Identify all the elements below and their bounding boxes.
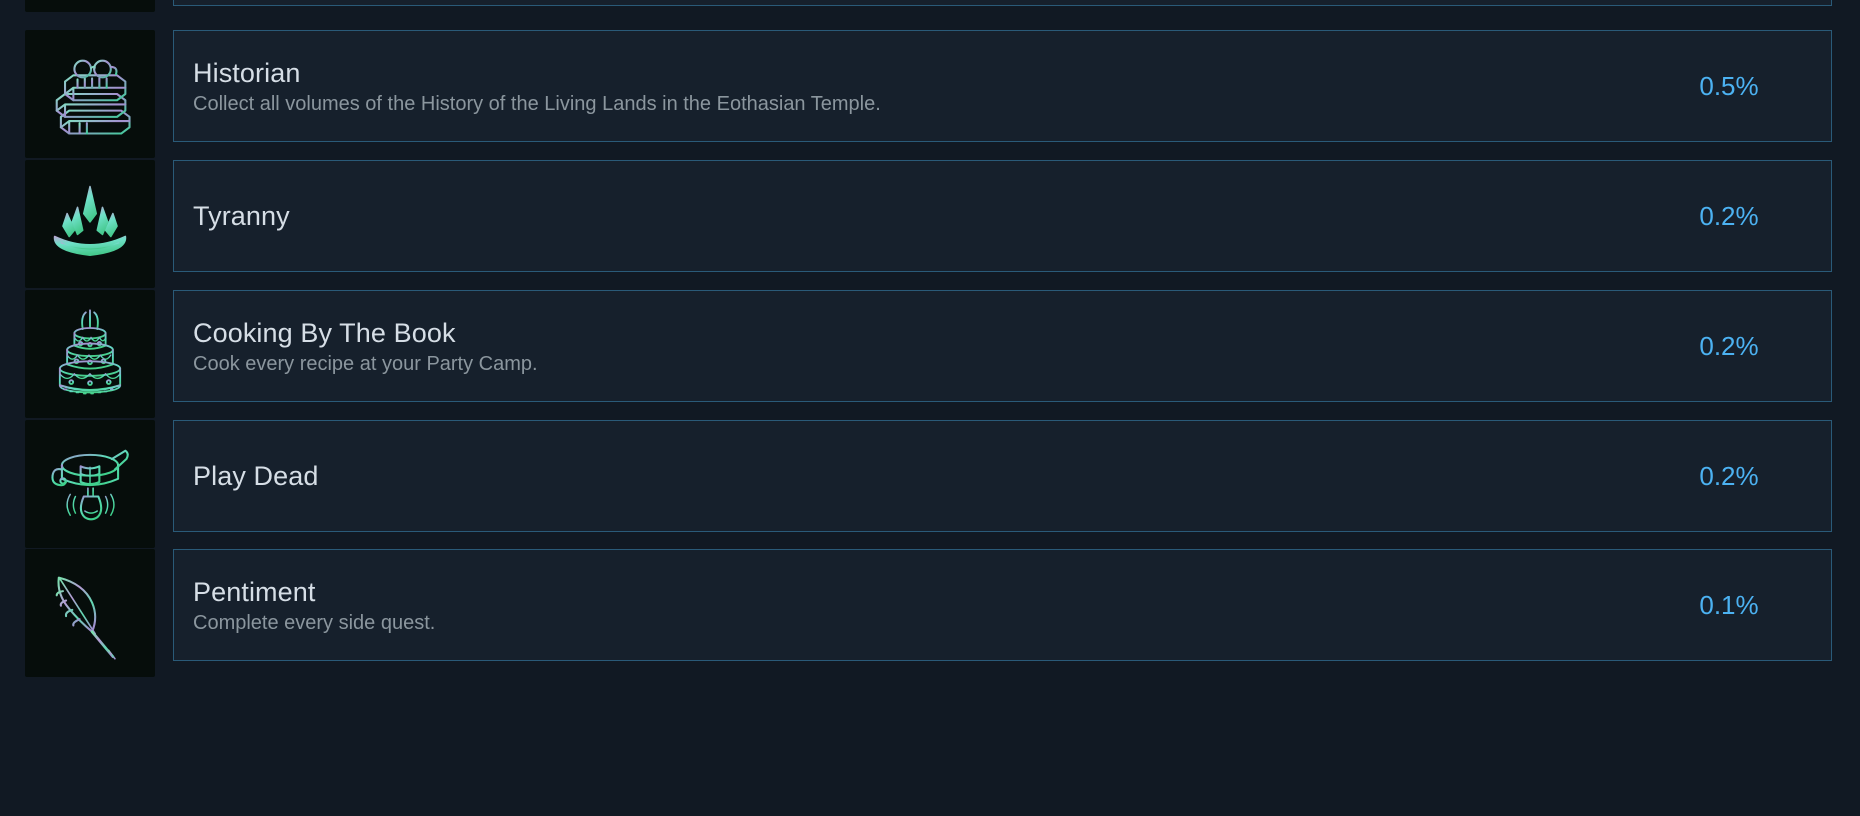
- achievement-description: Complete every side quest.: [193, 611, 436, 634]
- achievement-text: Play Dead: [174, 459, 1641, 493]
- achievement-global-percent: 0.5%: [1699, 71, 1759, 101]
- achievement-body: Pentiment Complete every side quest. 0.1…: [173, 549, 1832, 661]
- achievement-row[interactable]: Historian Collect all volumes of the His…: [0, 30, 1860, 158]
- achievement-text: Historian Collect all volumes of the His…: [174, 56, 1641, 117]
- achievement-row[interactable]: Tyranny 0.2%: [0, 160, 1860, 288]
- achievement-body: Play Dead 0.2%: [173, 420, 1832, 532]
- achievement-title: Historian: [193, 57, 301, 88]
- achievement-body: Historian Collect all volumes of the His…: [173, 30, 1832, 142]
- achievement-title: Cooking By The Book: [193, 317, 456, 348]
- achievement-row[interactable]: Pentiment Complete every side quest. 0.1…: [0, 549, 1860, 677]
- books-with-glasses-icon: [25, 30, 155, 158]
- achievement-row[interactable]: Cooking By The Book Cook every recipe at…: [0, 290, 1860, 418]
- achievement-description: Collect all volumes of the History of th…: [193, 92, 881, 115]
- achievement-row[interactable]: Play Dead 0.2%: [0, 420, 1860, 548]
- achievement-title: Tyranny: [193, 201, 290, 231]
- quill-feather-icon: [25, 549, 155, 677]
- achievement-body: Tyranny 0.2%: [173, 160, 1832, 272]
- achievement-body: Cooking By The Book Cook every recipe at…: [173, 290, 1832, 402]
- achievement-title: Play Dead: [193, 461, 319, 491]
- achievement-text: Tyranny: [174, 199, 1641, 233]
- achievement-global-percent: 0.2%: [1699, 331, 1759, 361]
- collar-with-bell-icon: [25, 420, 155, 548]
- achievement-body: [173, 0, 1832, 6]
- achievement-list: Historian Collect all volumes of the His…: [0, 0, 1860, 816]
- achievement-title: Pentiment: [193, 576, 316, 607]
- achievement-global-percent: 0.2%: [1699, 201, 1759, 231]
- achievement-global-percent: 0.2%: [1699, 461, 1759, 491]
- crown-icon: [25, 160, 155, 288]
- achievement-text: Cooking By The Book Cook every recipe at…: [174, 316, 1641, 377]
- achievement-global-percent: 0.1%: [1699, 590, 1759, 620]
- tiered-cake-icon: [25, 290, 155, 418]
- achievement-text: Pentiment Complete every side quest.: [174, 575, 1641, 636]
- achievement-description: Cook every recipe at your Party Camp.: [193, 352, 538, 375]
- achievement-icon-box: [25, 0, 155, 12]
- achievement-row-partial[interactable]: [0, 0, 1860, 12]
